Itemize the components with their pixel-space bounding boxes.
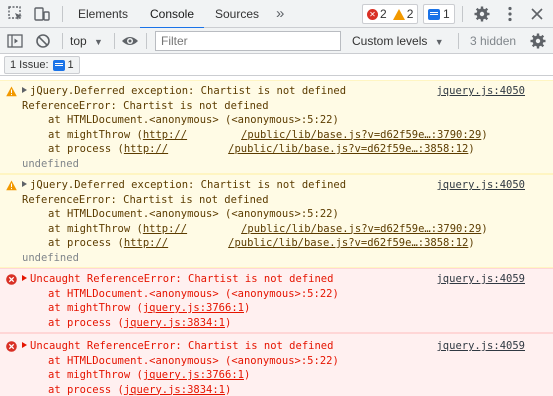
live-expression-eye-icon[interactable] — [120, 31, 140, 51]
issues-label: 1 Issue: — [10, 59, 49, 71]
stack-frame: at process (http:///public/lib/base.js?v… — [48, 143, 475, 155]
dropdown-arrow-icon: ▼ — [94, 37, 103, 47]
warning-icon — [6, 180, 17, 191]
warning-count: 2 — [406, 7, 414, 21]
error-icon: ✕ — [367, 8, 378, 20]
settings-gear-icon[interactable] — [472, 4, 492, 24]
sidebar-toggle-icon[interactable] — [5, 31, 25, 51]
source-link[interactable]: jquery.js:4050 — [436, 84, 525, 99]
source-link[interactable]: jquery.js:4050 — [436, 178, 525, 193]
log-levels-label: Custom levels — [352, 34, 428, 48]
device-toolbar-icon[interactable] — [32, 4, 52, 24]
toolbar-divider — [462, 6, 463, 22]
console-message-warning: jquery.js:4050 jQuery.Deferred exception… — [0, 174, 553, 268]
message-text: jQuery.Deferred exception: Chartist is n… — [30, 179, 347, 191]
dropdown-arrow-icon: ▼ — [434, 37, 444, 47]
message-line: ReferenceError: Chartist is not defined — [22, 193, 269, 206]
context-value: top — [70, 34, 87, 48]
hidden-messages-count: 3 hidden — [470, 34, 517, 48]
stack-frame: at process (http:///public/lib/base.js?v… — [48, 237, 475, 249]
stack-frame-link[interactable]: http:///public/lib/base.js?v=d62f59e…:37… — [143, 223, 481, 235]
message-text: Uncaught ReferenceError: Chartist is not… — [30, 340, 334, 352]
stack-frame-link[interactable]: jquery.js:3834:1 — [124, 317, 225, 329]
context-selector[interactable]: top ▼ — [70, 28, 103, 54]
error-count: 2 — [380, 7, 387, 21]
clear-console-icon[interactable] — [33, 31, 53, 51]
toolbar-divider — [62, 33, 63, 49]
stack-frame: at HTMLDocument.<anonymous> (<anonymous>… — [48, 287, 339, 300]
tab-console[interactable]: Console — [140, 0, 204, 29]
stack-frame: at process (jquery.js:3834:1) — [48, 316, 232, 329]
more-options-icon[interactable] — [500, 4, 520, 24]
issue-icon — [428, 8, 440, 20]
toolbar-divider — [458, 33, 459, 49]
toolbar-divider — [114, 33, 115, 49]
stack-frame-link[interactable]: http:///public/lib/base.js?v=d62f59e…:38… — [124, 237, 468, 249]
close-icon[interactable] — [527, 4, 547, 24]
error-icon — [6, 274, 17, 285]
stack-frame: at mightThrow (http:///public/lib/base.j… — [48, 128, 488, 141]
console-message-error: jquery.js:4059 Uncaught ReferenceError: … — [0, 333, 553, 396]
devtools-tab-bar: Elements Console Sources » ✕ 2 2 1 — [0, 0, 553, 29]
message-text: Uncaught ReferenceError: Chartist is not… — [30, 273, 334, 285]
console-settings-gear-icon[interactable] — [528, 31, 548, 51]
source-link[interactable]: jquery.js:4059 — [436, 339, 525, 354]
message-line: ReferenceError: Chartist is not defined — [22, 99, 269, 112]
console-toolbar: top ▼ Custom levels ▼ 3 hidden — [0, 28, 553, 54]
warning-icon — [392, 8, 405, 20]
stack-frame-link[interactable]: jquery.js:3766:1 — [143, 302, 244, 314]
stack-frame: at HTMLDocument.<anonymous> (<anonymous>… — [48, 208, 339, 220]
more-tabs-button[interactable]: » — [276, 0, 284, 28]
stack-frame: at process (jquery.js:3834:1) — [48, 383, 232, 396]
stack-frame-link[interactable]: jquery.js:3834:1 — [124, 384, 225, 396]
message-text: jQuery.Deferred exception: Chartist is n… — [30, 85, 347, 97]
issues-bar: 1 Issue: 1 — [0, 54, 553, 76]
result-value: undefined — [22, 251, 79, 264]
stack-frame-link[interactable]: http:///public/lib/base.js?v=d62f59e…:38… — [124, 143, 468, 155]
tab-elements[interactable]: Elements — [70, 0, 136, 28]
result-value: undefined — [22, 157, 79, 170]
stack-frame: at HTMLDocument.<anonymous> (<anonymous>… — [48, 114, 339, 126]
issues-counter[interactable]: 1 — [423, 4, 455, 24]
toolbar-divider — [62, 6, 63, 22]
console-messages: jquery.js:4050 jQuery.Deferred exception… — [0, 80, 553, 396]
toolbar-divider — [146, 33, 147, 49]
stack-frame: at mightThrow (http:///public/lib/base.j… — [48, 222, 488, 235]
error-icon — [6, 341, 17, 352]
error-warning-counter[interactable]: ✕ 2 2 — [362, 4, 419, 24]
console-message-error: jquery.js:4059 Uncaught ReferenceError: … — [0, 268, 553, 333]
inspect-element-icon[interactable] — [6, 4, 26, 24]
warning-icon — [6, 86, 17, 97]
filter-input[interactable] — [155, 31, 341, 51]
expand-arrow-icon[interactable] — [22, 87, 27, 93]
issues-button[interactable]: 1 Issue: 1 — [4, 56, 80, 74]
issues-count: 1 — [443, 7, 450, 21]
issues-bar-count: 1 — [67, 59, 74, 71]
stack-frame: at mightThrow (jquery.js:3766:1) — [48, 302, 251, 314]
stack-frame-link[interactable]: jquery.js:3766:1 — [143, 369, 244, 381]
expand-arrow-icon[interactable] — [22, 181, 27, 187]
tab-sources[interactable]: Sources — [208, 0, 266, 28]
stack-frame-link[interactable]: http:///public/lib/base.js?v=d62f59e…:37… — [143, 129, 481, 141]
expand-arrow-icon[interactable] — [22, 342, 27, 348]
expand-arrow-icon[interactable] — [22, 275, 27, 281]
log-levels-dropdown[interactable]: Custom levels ▼ — [352, 28, 444, 54]
source-link[interactable]: jquery.js:4059 — [436, 272, 525, 287]
stack-frame: at mightThrow (jquery.js:3766:1) — [48, 369, 251, 381]
issue-icon — [52, 59, 65, 71]
console-message-warning: jquery.js:4050 jQuery.Deferred exception… — [0, 80, 553, 174]
stack-frame: at HTMLDocument.<anonymous> (<anonymous>… — [48, 354, 339, 367]
